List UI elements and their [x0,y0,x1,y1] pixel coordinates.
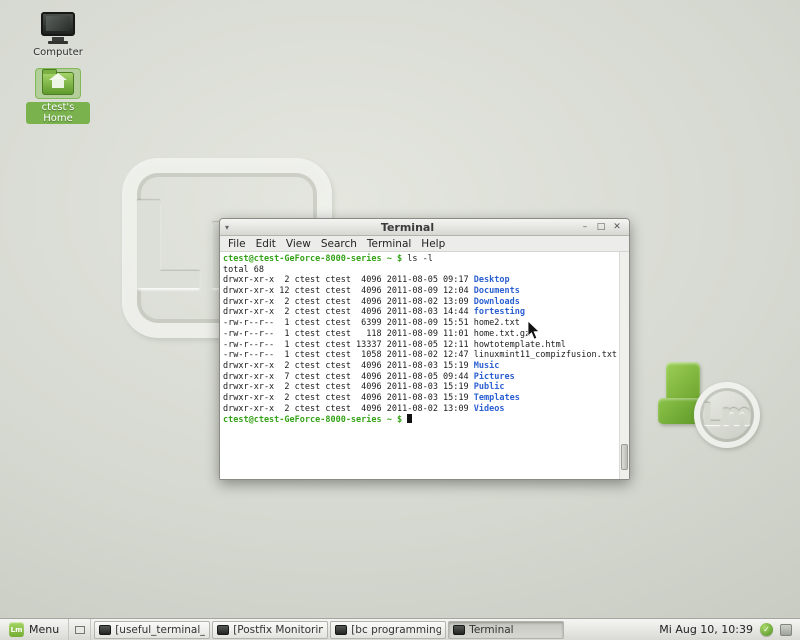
desktop-icon-label: Computer [33,47,83,58]
terminal-screen[interactable]: ctest@ctest-GeForce-8000-series ~ $ ls -… [220,252,629,479]
task-window-icon [335,625,347,635]
menu-button-label: Menu [29,623,59,636]
terminal-line: drwxr-xr-x 2 ctest ctest 4096 2011-08-03… [223,361,617,372]
task-label: [Postfix Monitoring Wi... [233,624,323,636]
terminal-line: -rw-r--r-- 1 ctest ctest 13337 2011-08-0… [223,340,617,351]
selection-highlight [35,68,81,99]
scrollbar-track[interactable] [619,252,629,479]
menu-item-edit[interactable]: Edit [251,238,281,250]
task-window-icon [217,625,229,635]
update-manager-icon[interactable]: ✓ [760,623,773,636]
menu-item-help[interactable]: Help [416,238,450,250]
terminal-cursor [407,414,412,423]
file-name: linuxmint11_compizfusion.txt [474,350,617,360]
taskbar: Lm Menu [useful_terminal_com... [Postfix … [0,618,800,640]
directory-name: Desktop [474,275,510,285]
terminal-line: drwxr-xr-x 7 ctest ctest 4096 2011-08-05… [223,372,617,383]
terminal-menu-bar: FileEditViewSearchTerminalHelp [220,236,629,252]
terminal-line: drwxr-xr-x 12 ctest ctest 4096 2011-08-0… [223,286,617,297]
taskbar-task-3[interactable]: [bc programming lan... [330,621,446,639]
directory-name: Downloads [474,297,520,307]
system-tray: Mi Aug 10, 10:39 ✓ [651,619,800,640]
mint-cube-icon [666,362,700,402]
task-label: [useful_terminal_com... [115,624,205,636]
directory-name: fortesting [474,307,525,317]
window-menu-icon[interactable]: ▾ [225,223,237,232]
close-button[interactable]: ✕ [610,221,624,234]
window-titlebar[interactable]: ▾ Terminal – □ ✕ [220,219,629,236]
directory-name: Documents [474,286,520,296]
terminal-line: drwxr-xr-x 2 ctest ctest 4096 2011-08-03… [223,307,617,318]
taskbar-tasks: [useful_terminal_com... [Postfix Monitori… [91,619,567,640]
scrollbar-thumb[interactable] [621,444,628,470]
directory-name: Public [474,382,505,392]
desktop-icon-computer[interactable]: Computer [26,12,90,58]
menu-button[interactable]: Lm Menu [0,619,69,640]
maximize-button[interactable]: □ [594,221,608,234]
directory-name: Music [474,361,500,371]
directory-name: Templates [474,393,520,403]
terminal-window: ▾ Terminal – □ ✕ FileEditViewSearchTermi… [219,218,630,480]
desktop-icon-home[interactable]: ctest's Home [26,68,90,124]
tray-icon[interactable] [780,624,792,636]
terminal-line: ctest@ctest-GeForce-8000-series ~ $ ls -… [223,254,617,265]
show-desktop-button[interactable] [69,619,91,640]
terminal-line: drwxr-xr-x 2 ctest ctest 4096 2011-08-03… [223,382,617,393]
file-name: home2.txt [474,318,520,328]
computer-icon [41,12,75,44]
file-name: home.txt.gz [474,329,530,339]
taskbar-task-2[interactable]: [Postfix Monitoring Wi... [212,621,328,639]
file-name: howtotemplate.html [474,340,566,350]
terminal-line: drwxr-xr-x 2 ctest ctest 4096 2011-08-02… [223,297,617,308]
window-title: Terminal [237,221,578,234]
taskbar-task-1[interactable]: [useful_terminal_com... [94,621,210,639]
terminal-line: -rw-r--r-- 1 ctest ctest 6399 2011-08-09… [223,318,617,329]
menu-item-file[interactable]: File [223,238,251,250]
task-window-icon [453,625,465,635]
menu-item-view[interactable]: View [281,238,316,250]
task-label: Terminal [469,624,513,636]
terminal-line: -rw-r--r-- 1 ctest ctest 118 2011-08-09 … [223,329,617,340]
show-desktop-icon [75,626,85,634]
terminal-line: drwxr-xr-x 2 ctest ctest 4096 2011-08-02… [223,404,617,415]
taskbar-task-4[interactable]: Terminal [448,621,564,639]
task-window-icon [99,625,111,635]
terminal-line: total 68 [223,265,617,276]
terminal-line: ctest@ctest-GeForce-8000-series ~ $ [223,414,617,425]
desktop-icon-label: ctest's Home [26,102,90,124]
clock[interactable]: Mi Aug 10, 10:39 [659,623,753,636]
home-folder-icon [42,72,74,95]
menu-item-search[interactable]: Search [316,238,362,250]
mint-badge-watermark: Lm [694,382,760,448]
minimize-button[interactable]: – [578,221,592,234]
terminal-line: -rw-r--r-- 1 ctest ctest 1058 2011-08-02… [223,350,617,361]
mint-badge-letter: Lm [702,398,752,433]
task-label: [bc programming lan... [351,624,441,636]
terminal-line: drwxr-xr-x 2 ctest ctest 4096 2011-08-03… [223,393,617,404]
terminal-output: ctest@ctest-GeForce-8000-series ~ $ ls -… [223,254,617,479]
terminal-line: drwxr-xr-x 2 ctest ctest 4096 2011-08-05… [223,275,617,286]
menu-item-terminal[interactable]: Terminal [362,238,416,250]
directory-name: Pictures [474,372,515,382]
directory-name: Videos [474,404,505,414]
mint-menu-icon: Lm [9,622,24,637]
desktop: Lm Lm Computer ctest's Home ▾ Terminal –… [0,0,800,640]
